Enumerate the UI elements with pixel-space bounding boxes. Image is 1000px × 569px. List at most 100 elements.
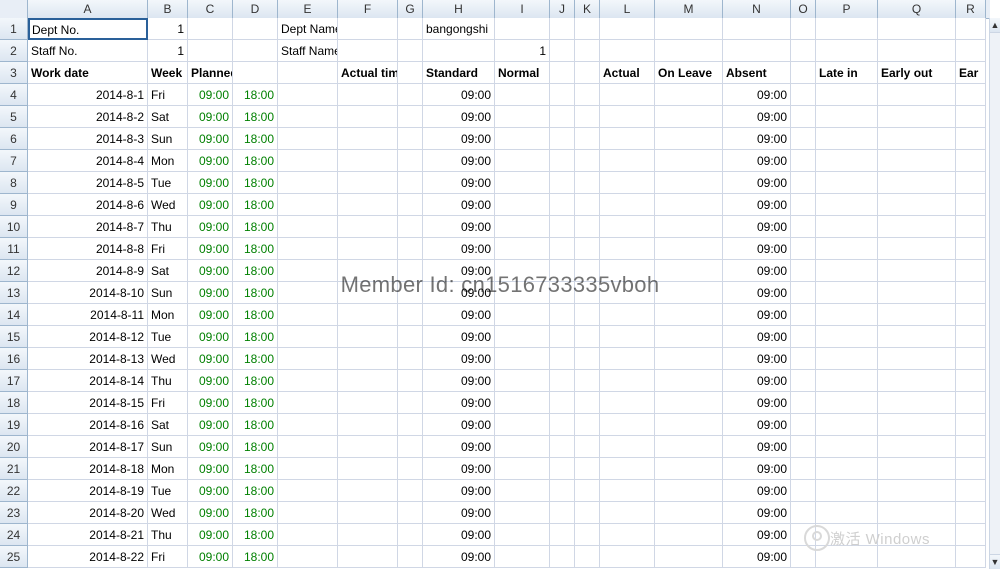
cell[interactable] xyxy=(816,40,878,62)
cell[interactable] xyxy=(816,260,878,282)
cell[interactable] xyxy=(575,392,600,414)
cell[interactable]: 09:00 xyxy=(188,524,233,546)
cell[interactable] xyxy=(878,40,956,62)
cell[interactable] xyxy=(550,282,575,304)
cell[interactable] xyxy=(575,304,600,326)
cell[interactable] xyxy=(575,128,600,150)
cell[interactable]: 09:00 xyxy=(188,128,233,150)
cell[interactable]: 18:00 xyxy=(233,238,278,260)
cell[interactable] xyxy=(791,128,816,150)
cell-B3[interactable]: Week xyxy=(148,62,188,84)
cell[interactable]: 09:00 xyxy=(723,128,791,150)
cell[interactable] xyxy=(791,392,816,414)
cell[interactable]: 09:00 xyxy=(423,546,495,568)
cell[interactable] xyxy=(575,260,600,282)
cell[interactable]: 09:00 xyxy=(723,106,791,128)
cell[interactable] xyxy=(878,436,956,458)
cell[interactable]: Tue xyxy=(148,480,188,502)
cell[interactable] xyxy=(878,128,956,150)
cell[interactable] xyxy=(550,304,575,326)
cell[interactable] xyxy=(956,282,986,304)
cell[interactable]: 18:00 xyxy=(233,84,278,106)
cell[interactable] xyxy=(550,414,575,436)
cell[interactable] xyxy=(956,18,986,40)
cell[interactable] xyxy=(878,282,956,304)
cell[interactable] xyxy=(816,18,878,40)
cell[interactable]: 2014-8-22 xyxy=(28,546,148,568)
cell[interactable] xyxy=(338,304,398,326)
row-header[interactable]: 19 xyxy=(0,414,28,436)
cell[interactable] xyxy=(600,414,655,436)
cell[interactable] xyxy=(791,216,816,238)
cell[interactable] xyxy=(655,392,723,414)
cell[interactable] xyxy=(495,502,550,524)
cell[interactable] xyxy=(338,238,398,260)
cell-F3[interactable]: Actual time xyxy=(338,62,398,84)
cell[interactable]: 09:00 xyxy=(423,238,495,260)
cell[interactable]: 09:00 xyxy=(723,150,791,172)
cell[interactable]: 09:00 xyxy=(423,304,495,326)
cell[interactable]: 09:00 xyxy=(423,348,495,370)
row-header[interactable]: 17 xyxy=(0,370,28,392)
cell[interactable] xyxy=(655,348,723,370)
cell[interactable]: 09:00 xyxy=(423,216,495,238)
cell[interactable] xyxy=(495,480,550,502)
cell[interactable]: 09:00 xyxy=(723,260,791,282)
cell[interactable]: 18:00 xyxy=(233,260,278,282)
cell[interactable] xyxy=(495,216,550,238)
cell-I2[interactable]: 1 xyxy=(495,40,550,62)
cell[interactable] xyxy=(956,172,986,194)
cell[interactable]: Thu xyxy=(148,524,188,546)
cell[interactable]: 2014-8-5 xyxy=(28,172,148,194)
cell[interactable] xyxy=(956,414,986,436)
cell[interactable]: 09:00 xyxy=(423,326,495,348)
cell[interactable] xyxy=(878,18,956,40)
cell[interactable] xyxy=(956,84,986,106)
cell[interactable] xyxy=(550,502,575,524)
cell[interactable]: 18:00 xyxy=(233,304,278,326)
cell[interactable]: 2014-8-2 xyxy=(28,106,148,128)
cell[interactable] xyxy=(816,414,878,436)
cell[interactable] xyxy=(655,172,723,194)
cell[interactable]: 2014-8-3 xyxy=(28,128,148,150)
cell-N3[interactable]: Absent xyxy=(723,62,791,84)
cell[interactable] xyxy=(600,18,655,40)
row-header[interactable]: 25 xyxy=(0,546,28,568)
cell[interactable] xyxy=(495,326,550,348)
cell[interactable] xyxy=(278,172,338,194)
cell[interactable] xyxy=(816,150,878,172)
cell[interactable] xyxy=(233,18,278,40)
col-header-M[interactable]: M xyxy=(655,0,723,18)
cell[interactable] xyxy=(575,106,600,128)
cell[interactable] xyxy=(791,414,816,436)
cell[interactable] xyxy=(956,260,986,282)
cell[interactable] xyxy=(723,18,791,40)
cell[interactable] xyxy=(575,84,600,106)
cell[interactable] xyxy=(398,480,423,502)
cell[interactable]: 18:00 xyxy=(233,502,278,524)
cell[interactable] xyxy=(188,40,233,62)
cell[interactable] xyxy=(575,172,600,194)
cell[interactable] xyxy=(233,62,278,84)
cell[interactable] xyxy=(791,546,816,568)
cell[interactable] xyxy=(495,128,550,150)
col-header-O[interactable]: O xyxy=(791,0,816,18)
cell[interactable] xyxy=(495,392,550,414)
cell[interactable]: 18:00 xyxy=(233,414,278,436)
cell[interactable]: 09:00 xyxy=(423,458,495,480)
cell[interactable] xyxy=(398,282,423,304)
cell[interactable] xyxy=(816,238,878,260)
cell[interactable] xyxy=(600,546,655,568)
cell[interactable] xyxy=(278,238,338,260)
cell[interactable]: Sat xyxy=(148,260,188,282)
cell[interactable] xyxy=(956,436,986,458)
cell[interactable]: Sat xyxy=(148,414,188,436)
cell[interactable] xyxy=(655,194,723,216)
cell[interactable] xyxy=(791,172,816,194)
cell[interactable] xyxy=(278,436,338,458)
col-header-L[interactable]: L xyxy=(600,0,655,18)
cell[interactable]: Thu xyxy=(148,370,188,392)
row-header[interactable]: 2 xyxy=(0,40,28,62)
cell[interactable] xyxy=(550,260,575,282)
cell[interactable]: 09:00 xyxy=(188,194,233,216)
